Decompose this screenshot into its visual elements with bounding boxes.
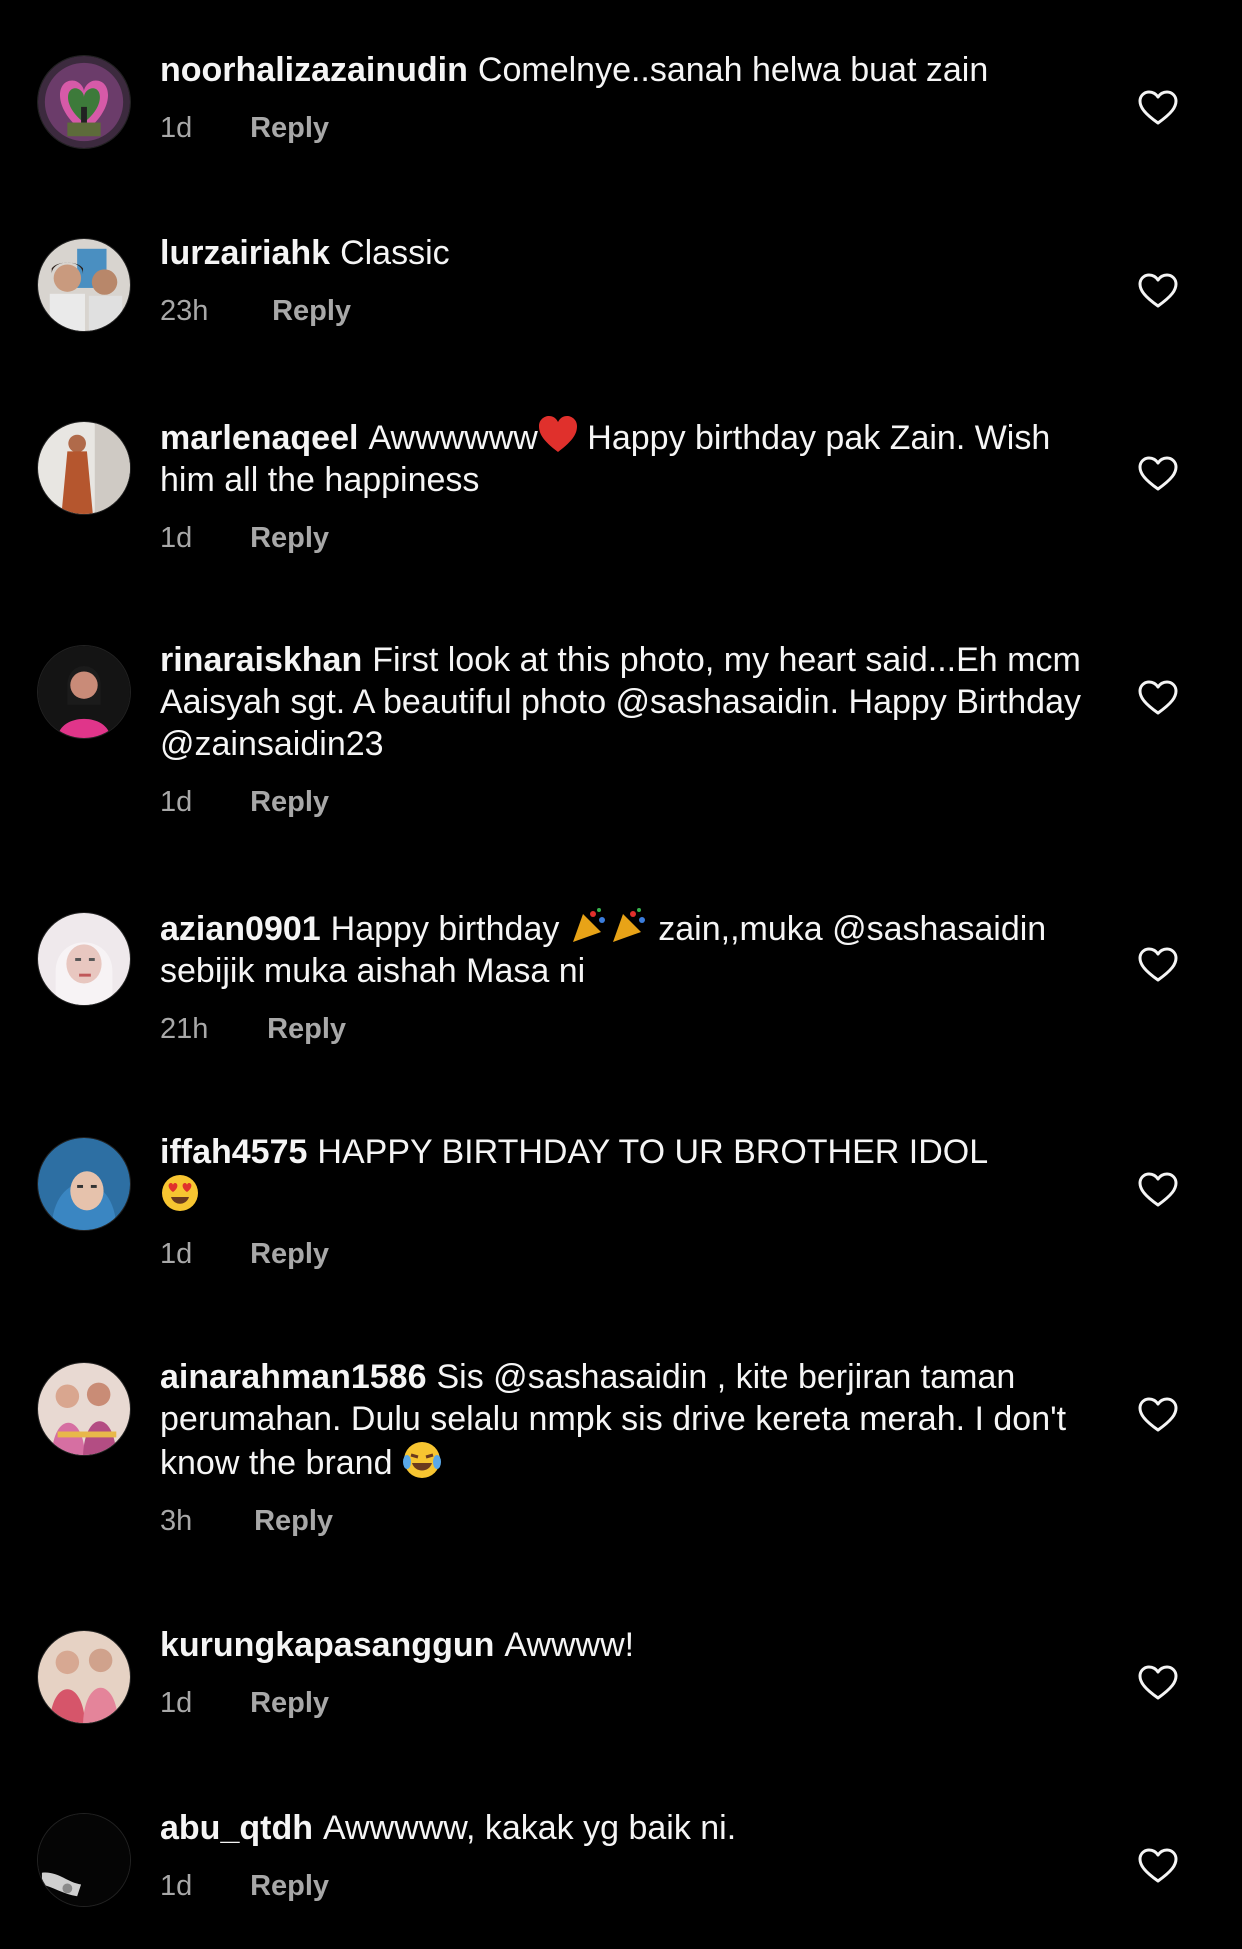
reply-button[interactable]: Reply: [250, 112, 329, 144]
avatar-photo: [38, 1138, 130, 1230]
comment-meta: 3h Reply: [160, 1504, 1090, 1538]
comment-body: abu_qtdh Awwwww, kakak yg baik ni. 1d Rep…: [160, 1807, 1090, 1903]
comment-text: marlenaqeel Awwwwww Happy birthday pak Za…: [160, 415, 1090, 501]
comment-body: rinaraiskhan First look at this photo, my…: [160, 639, 1090, 819]
like-heart-icon[interactable]: [1138, 680, 1178, 716]
comment-message: Awwww!: [504, 1626, 635, 1664]
avatar[interactable]: [37, 912, 131, 1006]
comment-username[interactable]: kurungkapasanggun: [160, 1626, 494, 1664]
reply-button[interactable]: Reply: [250, 786, 329, 818]
avatar[interactable]: [37, 1813, 131, 1907]
comment-text: lurzairiahk Classic: [160, 232, 1090, 274]
reply-button[interactable]: Reply: [272, 295, 351, 327]
avatar-photo: [38, 646, 130, 738]
reply-button[interactable]: Reply: [254, 1505, 333, 1537]
like-heart-icon[interactable]: [1138, 1665, 1178, 1701]
comment-text: kurungkapasanggun Awwww!: [160, 1624, 1090, 1666]
comment-time: 1d: [160, 1870, 193, 1902]
comment-body: kurungkapasanggun Awwww! 1d Reply: [160, 1624, 1090, 1720]
comment-message: Awwwwww: [368, 419, 538, 457]
comment-time: 1d: [160, 112, 193, 144]
like-heart-icon[interactable]: [1138, 90, 1178, 126]
comment-time: 21h: [160, 1013, 209, 1045]
comment-text: noorhalizazainudin Comelnye..sanah helwa …: [160, 49, 1090, 91]
comment-message: Happy birthday: [330, 910, 569, 948]
reply-button[interactable]: Reply: [250, 522, 329, 554]
avatar-photo: [38, 1363, 130, 1455]
comment-meta: 1d Reply: [160, 111, 1090, 145]
avatar[interactable]: [37, 1137, 131, 1231]
comment-time: 1d: [160, 1687, 193, 1719]
comment-time: 23h: [160, 295, 209, 327]
comment-body: azian0901 Happy birthday zain,,muka @sash…: [160, 906, 1090, 1046]
comment-meta: 21h Reply: [160, 1012, 1090, 1046]
heart-eyes-emoji-icon: [162, 1175, 198, 1211]
avatar-photo: [38, 1631, 130, 1723]
comment-text: azian0901 Happy birthday zain,,muka @sash…: [160, 906, 1090, 992]
comment-username[interactable]: azian0901: [160, 910, 321, 948]
like-heart-icon[interactable]: [1138, 1172, 1178, 1208]
comment-username[interactable]: lurzairiahk: [160, 234, 330, 272]
comment-time: 1d: [160, 522, 193, 554]
reply-button[interactable]: Reply: [250, 1238, 329, 1270]
comment-message: Awwwww, kakak yg baik ni.: [322, 1809, 737, 1847]
comment-text: abu_qtdh Awwwww, kakak yg baik ni.: [160, 1807, 1090, 1849]
comment-time: 3h: [160, 1505, 193, 1537]
comment-username[interactable]: marlenaqeel: [160, 419, 358, 457]
comment-body: ainarahman1586 Sis @sashasaidin , kite be…: [160, 1356, 1090, 1538]
comment-body: lurzairiahk Classic 23h Reply: [160, 232, 1090, 328]
comment-username[interactable]: rinaraiskhan: [160, 641, 362, 679]
comment-text: ainarahman1586 Sis @sashasaidin , kite be…: [160, 1356, 1090, 1484]
comment-meta: 23h Reply: [160, 294, 1090, 328]
party-popper-emoji-icon: [572, 908, 605, 942]
like-heart-icon[interactable]: [1138, 947, 1178, 983]
reply-button[interactable]: Reply: [250, 1870, 329, 1902]
avatar-photo: [38, 1814, 130, 1906]
comment-time: 1d: [160, 1238, 193, 1270]
comment-username[interactable]: ainarahman1586: [160, 1358, 427, 1396]
avatar-photo: [38, 422, 130, 514]
like-heart-icon[interactable]: [1138, 456, 1178, 492]
comment-message: HAPPY BIRTHDAY TO UR BROTHER IDOL: [317, 1133, 989, 1171]
comment-message: Comelnye..sanah helwa buat zain: [477, 51, 989, 89]
comment-meta: 1d Reply: [160, 1237, 1090, 1271]
like-heart-icon[interactable]: [1138, 1397, 1178, 1433]
comment-message: Classic: [340, 234, 450, 272]
comment-time: 1d: [160, 786, 193, 818]
comment-meta: 1d Reply: [160, 521, 1090, 555]
comment-meta: 1d Reply: [160, 1869, 1090, 1903]
avatar-photo: [38, 913, 130, 1005]
red-heart-emoji-icon: [538, 416, 577, 452]
reply-button[interactable]: Reply: [267, 1013, 346, 1045]
avatar[interactable]: [37, 1362, 131, 1456]
like-heart-icon[interactable]: [1138, 1848, 1178, 1884]
tears-of-joy-emoji-icon: [402, 1442, 441, 1478]
avatar-photo: [38, 56, 130, 148]
avatar[interactable]: [37, 421, 131, 515]
comment-username[interactable]: iffah4575: [160, 1133, 307, 1171]
like-heart-icon[interactable]: [1138, 273, 1178, 309]
avatar-photo: [38, 239, 130, 331]
comment-body: marlenaqeel Awwwwww Happy birthday pak Za…: [160, 415, 1090, 555]
comment-body: noorhalizazainudin Comelnye..sanah helwa …: [160, 49, 1090, 145]
comment-username[interactable]: noorhalizazainudin: [160, 51, 468, 89]
comment-body: iffah4575 HAPPY BIRTHDAY TO UR BROTHER ID…: [160, 1131, 1090, 1271]
avatar[interactable]: [37, 238, 131, 332]
reply-button[interactable]: Reply: [250, 1687, 329, 1719]
avatar[interactable]: [37, 645, 131, 739]
comment-meta: 1d Reply: [160, 785, 1090, 819]
avatar[interactable]: [37, 55, 131, 149]
comment-text: iffah4575 HAPPY BIRTHDAY TO UR BROTHER ID…: [160, 1131, 1090, 1217]
party-popper-emoji-icon: [612, 908, 645, 942]
comment-username[interactable]: abu_qtdh: [160, 1809, 313, 1847]
avatar[interactable]: [37, 1630, 131, 1724]
comment-meta: 1d Reply: [160, 1686, 1090, 1720]
comment-text: rinaraiskhan First look at this photo, my…: [160, 639, 1090, 765]
